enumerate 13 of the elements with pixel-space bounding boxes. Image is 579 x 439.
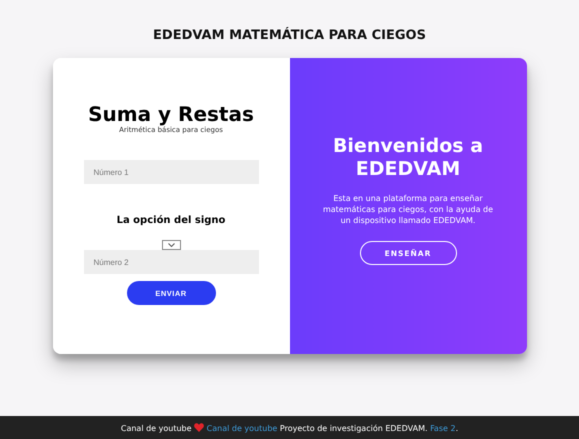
page-title: EDEDVAM MATEMÁTICA PARA CIEGOS [153, 27, 426, 44]
sign-label: La opción del signo [116, 214, 226, 228]
welcome-title: Bienvenidos a EDEDVAM [332, 135, 484, 181]
footer-text: Canal de youtube Canal de youtube Proyecto de investigación EDEDVAM. Fase 2. [120, 422, 458, 432]
heart-icon [194, 422, 204, 432]
form-title: Suma y Restas [88, 102, 254, 126]
number-field[interactable]: Número 1 [84, 160, 258, 184]
sign-select[interactable] [162, 240, 180, 250]
number-field[interactable]: Número 2 [84, 250, 258, 274]
youtube-link[interactable]: Fase 2 [430, 424, 456, 432]
welcome-text: Esta en una plataforma para enseñar matemáticas para ciegos, con la ayuda de un dispositivo llamado EDEDVAM. [322, 193, 494, 226]
youtube-link[interactable]: Canal de youtube [206, 424, 278, 432]
chevron-down-icon [168, 243, 174, 247]
